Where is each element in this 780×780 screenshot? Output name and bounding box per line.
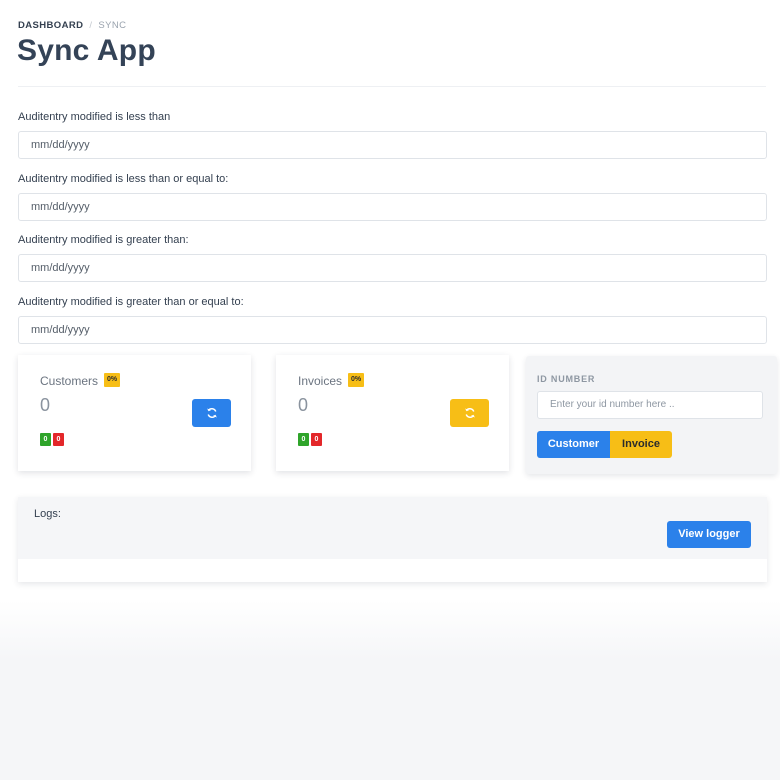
breadcrumb-sync: SYNC: [98, 20, 127, 31]
customers-title: Customers: [40, 374, 99, 388]
invoices-success-badge: 0: [298, 433, 309, 446]
sync-icon: [206, 408, 217, 418]
invoices-error-badge: 0: [311, 433, 322, 446]
invoices-sync-button[interactable]: [450, 399, 489, 427]
breadcrumb-separator: /: [89, 20, 93, 31]
invoices-count: 0: [298, 395, 309, 415]
invoices-title: Invoices: [298, 374, 343, 388]
date-input-greater-than[interactable]: mm/dd/yyyy: [18, 254, 767, 282]
invoices-card: Invoices 0% 0 0 0: [276, 355, 509, 471]
date-input-greater-than-equal[interactable]: mm/dd/yyyy: [18, 316, 767, 344]
customers-error-badge: 0: [53, 433, 64, 446]
filter-label-less-than: Auditentry modified is less than: [18, 111, 171, 123]
invoices-percent-badge: 0%: [348, 373, 365, 387]
header-divider: [18, 86, 766, 87]
logs-label: Logs:: [34, 508, 61, 520]
id-number-panel: ID NUMBER Enter your id number here .. C…: [526, 356, 777, 474]
content-fade: [0, 600, 780, 660]
customer-button[interactable]: Customer: [537, 431, 610, 458]
date-input-less-than-equal[interactable]: mm/dd/yyyy: [18, 193, 767, 221]
logs-panel: Logs: View logger: [18, 497, 767, 582]
breadcrumb: DASHBOARD / SYNC: [18, 20, 126, 31]
customers-success-badge: 0: [40, 433, 51, 446]
date-input-less-than[interactable]: mm/dd/yyyy: [18, 131, 767, 159]
customers-percent-badge: 0%: [104, 373, 121, 387]
view-logger-button[interactable]: View logger: [667, 521, 751, 548]
page-title: Sync App: [17, 34, 156, 67]
customers-card: Customers 0% 0 0 0: [18, 355, 251, 471]
id-number-label: ID NUMBER: [537, 374, 596, 384]
sync-icon: [464, 408, 475, 418]
customers-count: 0: [40, 395, 51, 415]
invoice-button[interactable]: Invoice: [610, 431, 672, 458]
customers-sync-button[interactable]: [192, 399, 231, 427]
filter-label-greater-than-equal: Auditentry modified is greater than or e…: [18, 296, 244, 308]
filter-label-greater-than: Auditentry modified is greater than:: [18, 234, 189, 246]
filter-label-less-than-equal: Auditentry modified is less than or equa…: [18, 173, 229, 185]
breadcrumb-dashboard[interactable]: DASHBOARD: [18, 20, 83, 31]
id-number-input[interactable]: Enter your id number here ..: [537, 391, 763, 419]
logs-header: Logs: View logger: [18, 497, 767, 559]
